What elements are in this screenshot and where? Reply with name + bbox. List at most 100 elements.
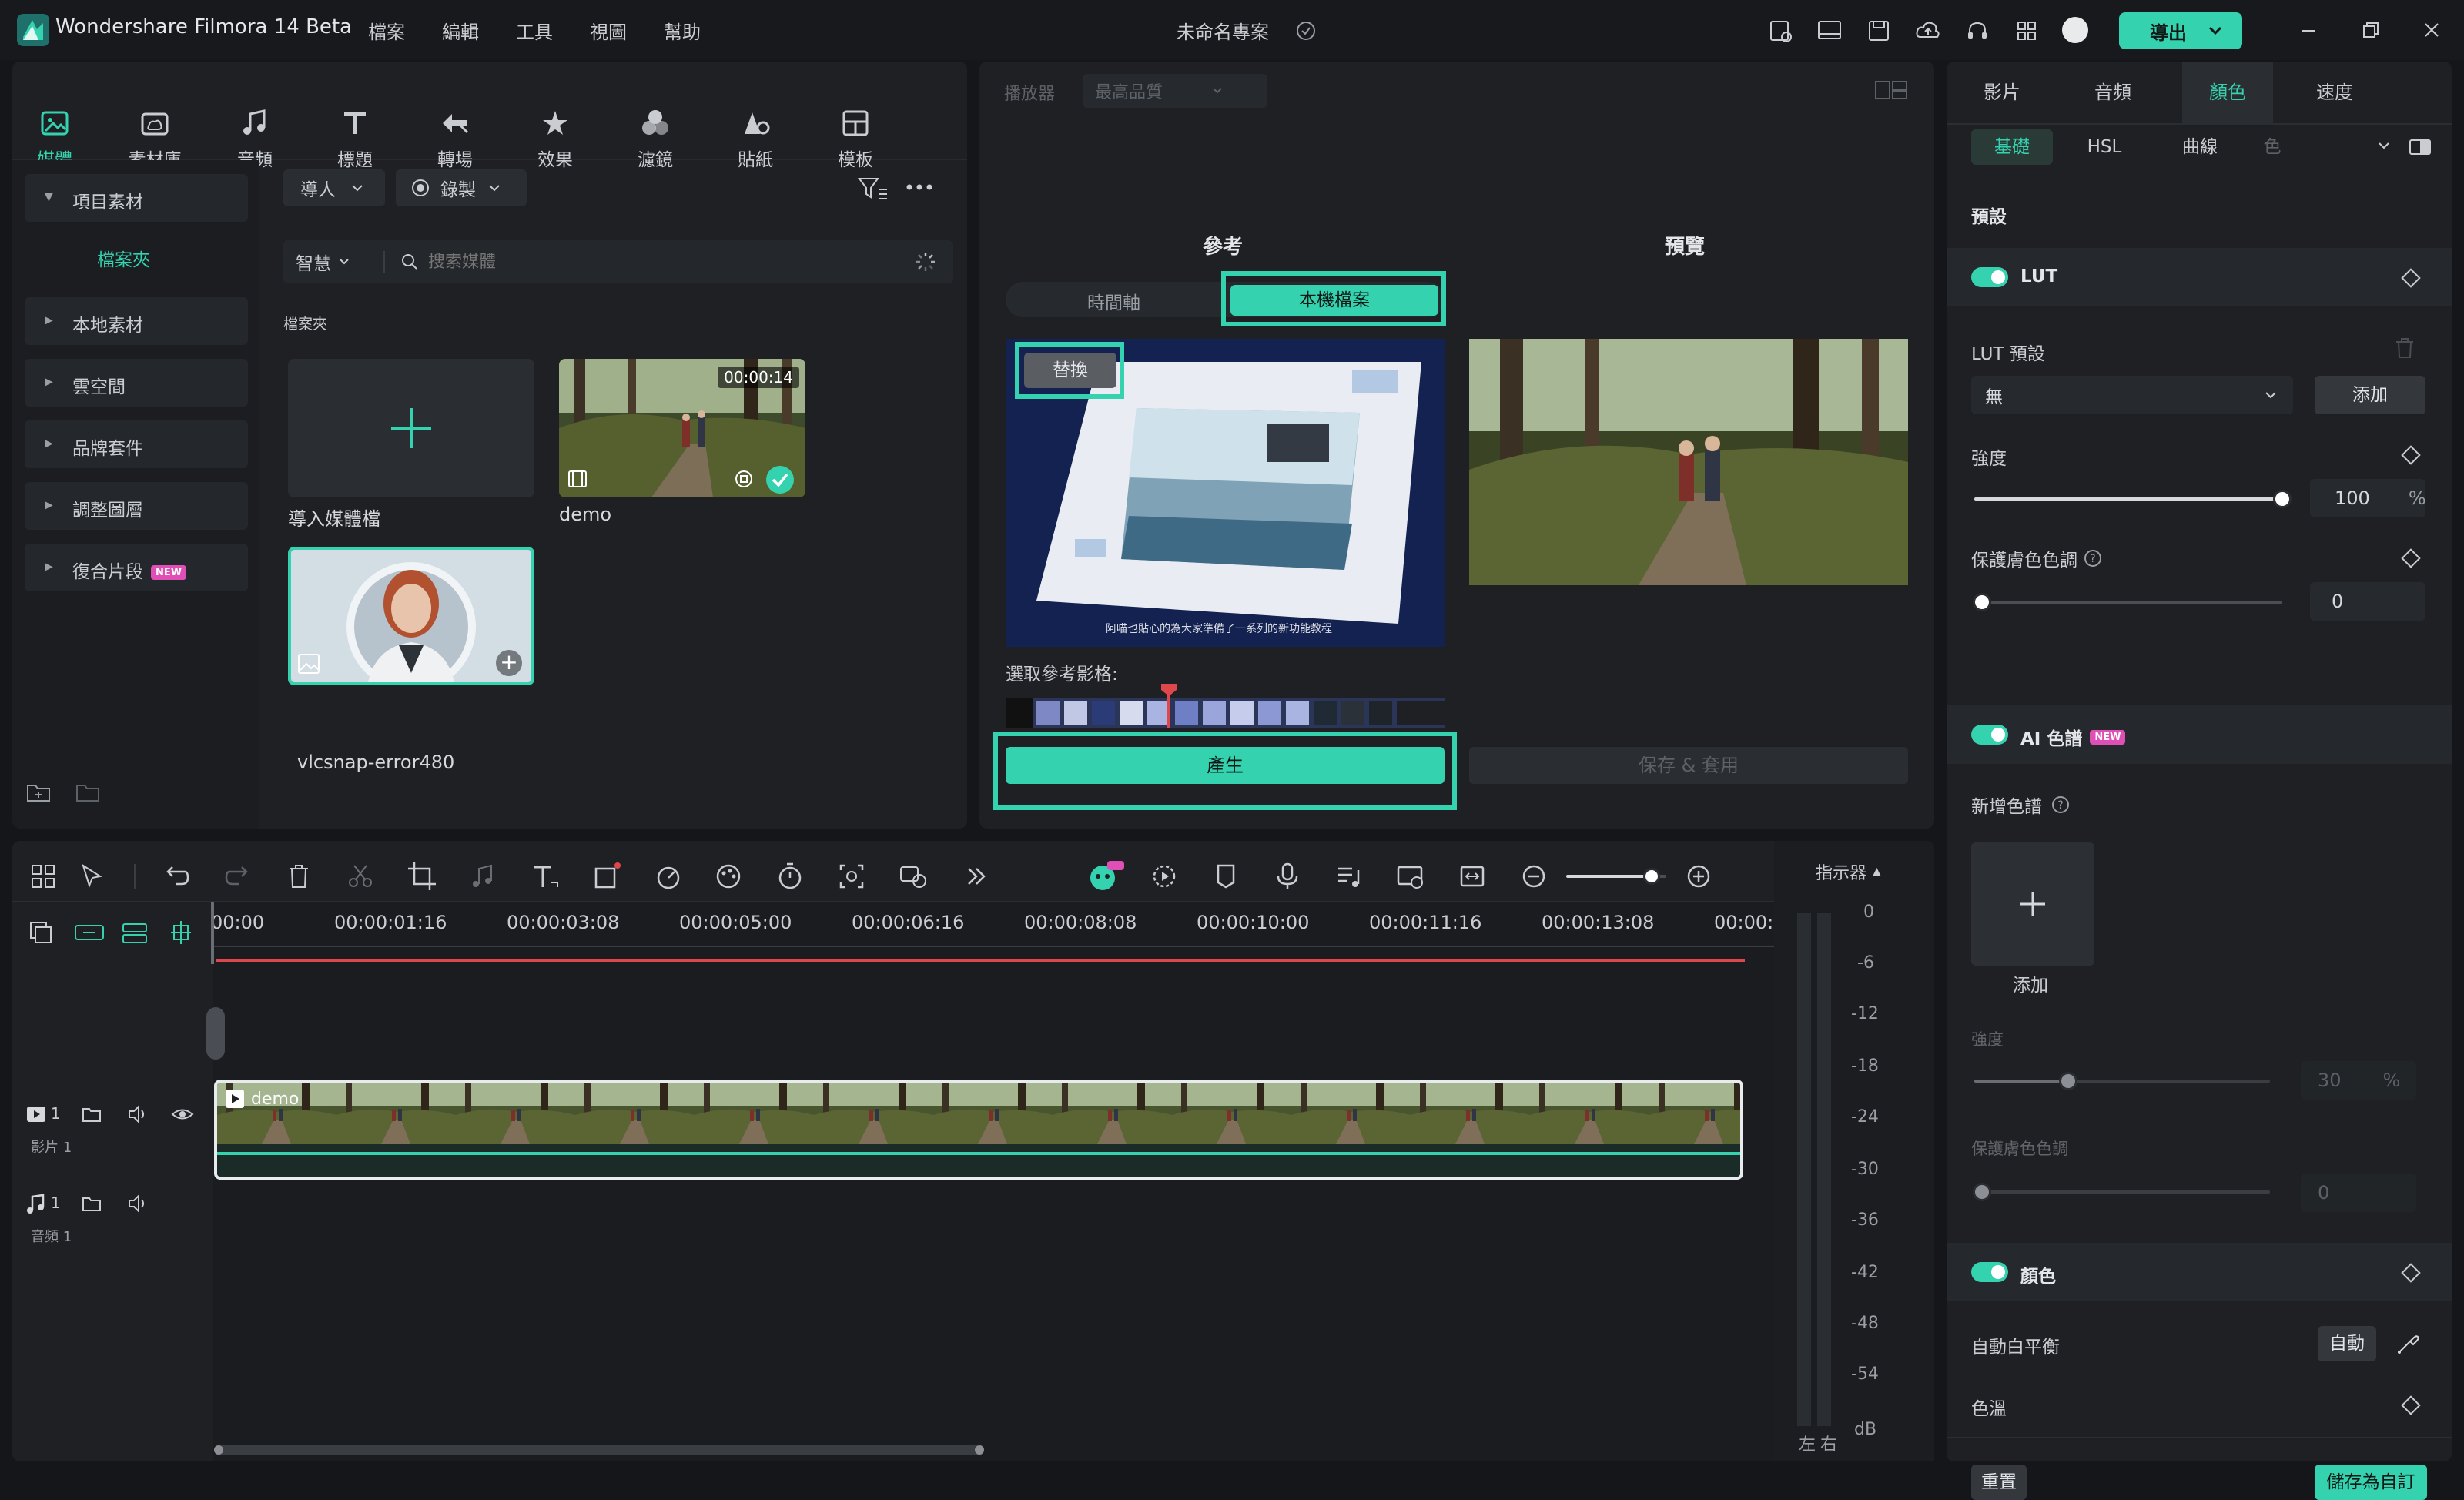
vlcsnap-image-thumbnail[interactable]: + <box>288 547 534 685</box>
subtab-hsl[interactable]: HSL <box>2064 129 2145 165</box>
timer-icon[interactable] <box>773 859 807 893</box>
folder-lock-icon[interactable] <box>80 1192 103 1215</box>
lut-add-button[interactable]: 添加 <box>2315 376 2426 414</box>
tab-effects[interactable]: 效果 <box>513 85 598 185</box>
delete-icon[interactable] <box>282 859 316 893</box>
ai-assistant-icon[interactable] <box>1086 859 1124 893</box>
tab-color[interactable]: 顏色 <box>2182 62 2273 123</box>
ai-skin-tone-slider[interactable] <box>1973 1183 2270 1201</box>
add-to-timeline-icon[interactable]: + <box>496 650 522 676</box>
auto-white-balance-button[interactable]: 自動 <box>2318 1326 2376 1361</box>
microphone-icon[interactable] <box>1270 859 1304 893</box>
minimize-icon[interactable] <box>2285 12 2332 48</box>
indicator-dropdown[interactable]: 指示器 ▲ <box>1816 859 1881 884</box>
more-options-icon[interactable] <box>906 183 933 191</box>
slider-knob[interactable] <box>1643 868 1660 885</box>
redo-icon[interactable] <box>220 859 254 893</box>
color-palette-icon[interactable] <box>711 859 745 893</box>
eye-icon[interactable] <box>171 1103 194 1126</box>
folder-icon[interactable] <box>75 781 102 804</box>
sidebar-item-local[interactable]: ▶ 本地素材 <box>25 297 248 345</box>
more-tools-icon[interactable] <box>959 859 993 893</box>
reference-frame-strip[interactable] <box>1006 698 1445 728</box>
reset-button[interactable]: 重置 <box>1971 1465 2027 1500</box>
tab-templates[interactable]: 模板 <box>813 85 898 185</box>
crop-icon[interactable] <box>405 859 439 893</box>
avatar[interactable] <box>2062 17 2088 43</box>
demo-clip-thumbnail[interactable]: 00:00:14 <box>559 359 805 497</box>
smart-filter-dropdown[interactable]: 智慧 <box>296 240 350 283</box>
folder-lock-icon[interactable] <box>80 1103 103 1126</box>
picture-in-picture-icon[interactable] <box>1394 859 1428 893</box>
menu-view[interactable]: 視圖 <box>590 17 627 44</box>
scroll-handle-right[interactable] <box>975 1445 984 1455</box>
sidebar-item-brand-kit[interactable]: ▶ 品牌套件 <box>25 420 248 468</box>
lut-skin-tone-input[interactable]: 0 <box>2310 582 2426 621</box>
zoom-out-icon[interactable] <box>1517 859 1551 893</box>
restore-icon[interactable] <box>2347 12 2393 48</box>
sidebar-item-compound-clip[interactable]: ▶ 復合片段 NEW <box>25 544 248 591</box>
speaker-icon[interactable] <box>126 1192 149 1215</box>
add-track-icon[interactable] <box>28 919 54 946</box>
slider-knob[interactable] <box>1973 593 1991 611</box>
tab-video[interactable]: 影片 <box>1947 62 2057 123</box>
tab-filters[interactable]: 濾鏡 <box>613 85 698 185</box>
playhead[interactable] <box>211 902 214 964</box>
ai-skin-tone-input[interactable]: 0 <box>2301 1174 2416 1212</box>
search-input[interactable] <box>428 246 859 277</box>
keyframe-diamond-icon[interactable] <box>2401 1395 2421 1415</box>
import-media-tile[interactable] <box>288 359 534 497</box>
track-scroll-handle[interactable] <box>206 1007 225 1060</box>
filter-sort-icon[interactable] <box>858 176 889 202</box>
lut-toggle[interactable] <box>1971 267 2008 287</box>
horizontal-scrollbar[interactable] <box>214 1445 984 1455</box>
keyframe-diamond-icon[interactable] <box>2401 268 2421 288</box>
save-as-custom-button[interactable]: 儲存為自訂 <box>2315 1465 2427 1500</box>
save-icon[interactable] <box>1863 15 1894 46</box>
tab-stickers[interactable]: 貼紙 <box>713 85 798 185</box>
keyframe-diamond-icon[interactable] <box>2401 445 2421 465</box>
split-scissors-icon[interactable] <box>343 859 377 893</box>
marker-icon[interactable] <box>1209 859 1243 893</box>
import-button[interactable]: 導人 <box>283 169 385 206</box>
fit-timeline-icon[interactable] <box>1455 859 1489 893</box>
display-icon[interactable] <box>1814 15 1845 46</box>
lut-strength-input[interactable]: 100 % <box>2310 479 2426 517</box>
track-layout-icon[interactable] <box>120 919 149 946</box>
eyedropper-icon[interactable] <box>2395 1331 2421 1357</box>
keyframe-diamond-icon[interactable] <box>2401 1263 2421 1283</box>
color-toggle[interactable] <box>1971 1262 2008 1282</box>
report-icon[interactable] <box>1765 15 1796 46</box>
audio-list-icon[interactable] <box>1332 859 1366 893</box>
ai-palette-toggle[interactable] <box>1971 725 2008 745</box>
close-icon[interactable] <box>2409 12 2455 48</box>
zoom-in-icon[interactable] <box>1682 859 1716 893</box>
shape-mask-icon[interactable] <box>590 859 624 893</box>
menu-tools[interactable]: 工具 <box>516 17 553 44</box>
select-cursor-icon[interactable] <box>75 859 109 893</box>
tab-audio[interactable]: 音頻 <box>2057 62 2168 123</box>
save-apply-button[interactable]: 保存 & 套用 <box>1469 747 1908 784</box>
subtab-basic[interactable]: 基礎 <box>1971 129 2053 165</box>
compare-view-icon[interactable] <box>2409 139 2432 156</box>
ai-strength-input[interactable]: 30 % <box>2301 1061 2416 1100</box>
quality-dropdown[interactable]: 最高品質 <box>1083 74 1267 108</box>
subtab-more[interactable]: 色 <box>2255 129 2290 165</box>
tab-timeline[interactable]: 時間軸 <box>1087 288 1140 314</box>
headset-icon[interactable] <box>1962 15 1993 46</box>
scroll-handle-left[interactable] <box>214 1445 223 1455</box>
menu-help[interactable]: 幫助 <box>664 17 701 44</box>
keyframe-diamond-icon[interactable] <box>2401 548 2421 568</box>
export-button[interactable]: 導出 <box>2119 12 2242 49</box>
render-preview-icon[interactable] <box>1147 859 1181 893</box>
ai-strength-slider[interactable] <box>1974 1072 2270 1090</box>
sidebar-item-cloud[interactable]: ▶ 雲空間 <box>25 359 248 407</box>
subtab-curves[interactable]: 曲線 <box>2159 129 2241 165</box>
layout-icon[interactable] <box>1874 79 1908 102</box>
zoom-slider[interactable] <box>1566 868 1666 885</box>
link-icon[interactable] <box>74 919 105 946</box>
video-clip[interactable]: demo <box>214 1080 1743 1180</box>
record-button[interactable]: 錄製 <box>396 169 527 206</box>
speed-icon[interactable] <box>651 859 685 893</box>
lut-skin-tone-slider[interactable] <box>1973 593 2282 611</box>
